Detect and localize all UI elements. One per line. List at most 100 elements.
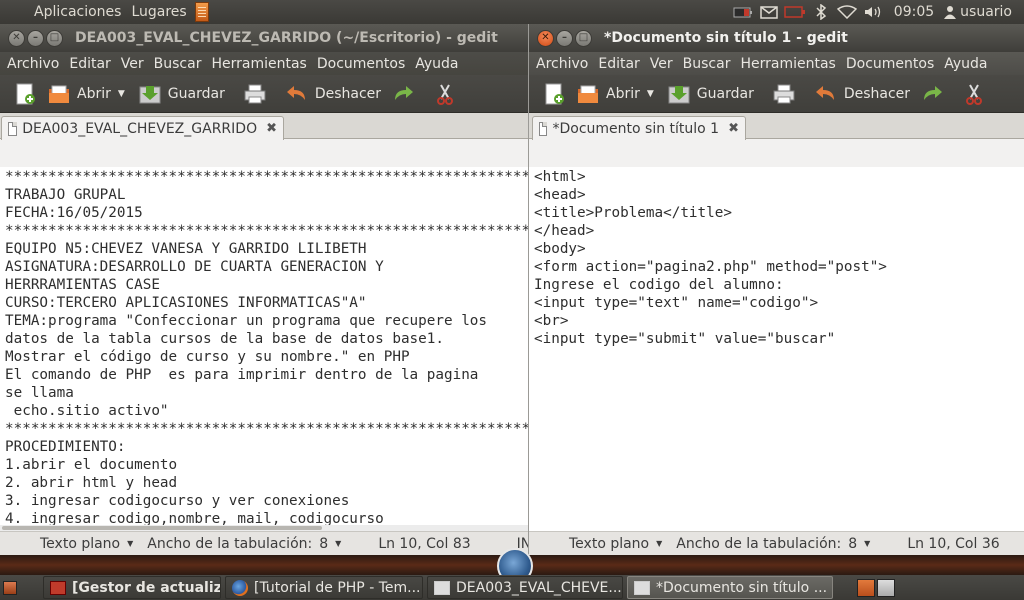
bluetooth-icon[interactable] <box>808 0 834 24</box>
task-firefox[interactable]: [Tutorial de PHP - Tem... <box>225 576 423 599</box>
open-button[interactable]: Abrir <box>42 75 116 113</box>
document-icon <box>539 121 548 136</box>
open-recent-dropdown[interactable]: ▼ <box>645 89 662 99</box>
open-recent-dropdown[interactable]: ▼ <box>116 89 133 99</box>
workspace-switcher[interactable] <box>857 578 895 597</box>
document-tabbar: *Documento sin título 1 ✖ <box>529 113 1024 140</box>
undo-label: Deshacer <box>314 85 382 102</box>
document-tab[interactable]: *Documento sin título 1 ✖ <box>532 116 746 140</box>
menu-documentos[interactable]: Documentos <box>841 56 939 72</box>
tab-width-value: 8 <box>319 535 329 552</box>
new-button[interactable] <box>8 75 42 113</box>
menu-buscar[interactable]: Buscar <box>149 56 207 72</box>
save-icon <box>138 82 162 106</box>
menubar: Archivo Editar Ver Buscar Herramientas D… <box>0 52 528 75</box>
window-titlebar[interactable]: ✕ – □ DEA003_EVAL_CHEVEZ_GARRIDO (~/Escr… <box>0 24 528 52</box>
cut-button[interactable] <box>957 75 991 113</box>
undo-button[interactable]: Deshacer <box>809 75 915 113</box>
cursor-position: Ln 10, Col 83 <box>378 535 471 552</box>
volume-icon[interactable] <box>860 0 886 24</box>
redo-icon <box>920 82 944 106</box>
redo-button[interactable] <box>386 75 420 113</box>
task-gedit-left[interactable]: DEA003_EVAL_CHEVE... <box>427 576 623 599</box>
toolbar: Abrir ▼ Guardar Deshacer <box>529 75 1024 113</box>
places-menu[interactable]: Lugares <box>126 0 191 24</box>
save-button[interactable]: Guardar <box>662 75 759 113</box>
undo-label: Deshacer <box>843 85 911 102</box>
menu-ayuda[interactable]: Ayuda <box>939 56 992 72</box>
menu-buscar[interactable]: Buscar <box>678 56 736 72</box>
workspace-1[interactable] <box>857 578 875 597</box>
user-menu[interactable]: usuario <box>944 4 1024 20</box>
window-title: DEA003_EVAL_CHEVEZ_GARRIDO (~/Escritorio… <box>75 30 498 46</box>
tab-width-label: Ancho de la tabulación: <box>676 535 842 552</box>
clock[interactable]: 09:05 <box>886 4 944 20</box>
document-tab[interactable]: DEA003_EVAL_CHEVEZ_GARRIDO ✖ <box>1 116 284 140</box>
wifi-icon[interactable] <box>834 0 860 24</box>
gedit-icon <box>634 580 650 595</box>
tab-label: DEA003_EVAL_CHEVEZ_GARRIDO <box>22 120 258 137</box>
undo-button[interactable]: Deshacer <box>280 75 386 113</box>
open-button[interactable]: Abrir <box>571 75 645 113</box>
applications-menu[interactable]: Aplicaciones <box>0 0 126 24</box>
language-label: Texto plano <box>40 535 121 552</box>
cut-button[interactable] <box>428 75 462 113</box>
language-selector[interactable]: Texto plano ▼ <box>40 536 133 552</box>
text-editor[interactable]: ****************************************… <box>0 167 528 531</box>
tab-width-selector[interactable]: Ancho de la tabulación: 8 ▼ <box>147 536 341 552</box>
minimize-button[interactable]: – <box>27 29 44 47</box>
menu-ver[interactable]: Ver <box>645 56 678 72</box>
battery-warning-icon[interactable] <box>730 0 756 24</box>
redo-button[interactable] <box>915 75 949 113</box>
close-tab-icon[interactable]: ✖ <box>724 121 739 136</box>
close-tab-icon[interactable]: ✖ <box>262 121 277 136</box>
show-desktop-button[interactable] <box>3 580 17 595</box>
new-document-icon <box>542 82 566 106</box>
document-icon <box>8 121 18 136</box>
firefox-icon <box>232 579 248 596</box>
menu-ayuda[interactable]: Ayuda <box>410 56 463 72</box>
task-label: DEA003_EVAL_CHEVE... <box>456 579 622 596</box>
mail-icon[interactable] <box>756 0 782 24</box>
launcher-icon[interactable] <box>194 2 209 22</box>
window-titlebar[interactable]: ✕ – □ *Documento sin título 1 - gedit <box>529 24 1024 52</box>
menu-archivo[interactable]: Archivo <box>2 56 64 72</box>
task-label: *Documento sin título ... <box>656 579 828 596</box>
menu-editar[interactable]: Editar <box>64 56 115 72</box>
print-button[interactable] <box>767 75 801 113</box>
menu-archivo[interactable]: Archivo <box>531 56 593 72</box>
bottom-panel: [Gestor de actualizac... [Tutorial de PH… <box>0 575 1024 600</box>
save-label: Guardar <box>696 85 754 102</box>
cursor-position: Ln 10, Col 36 <box>907 535 1000 552</box>
tab-width-label: Ancho de la tabulación: <box>147 535 313 552</box>
menu-ver[interactable]: Ver <box>116 56 149 72</box>
scrollbar-thumb[interactable] <box>2 526 322 530</box>
chevron-down-icon: ▼ <box>127 539 134 548</box>
save-label: Guardar <box>167 85 225 102</box>
task-update-manager[interactable]: [Gestor de actualizac... <box>43 576 221 599</box>
gedit-window-right: ✕ – □ *Documento sin título 1 - gedit Ar… <box>529 24 1024 555</box>
text-editor[interactable]: <html> <head> <title>Problema</title> </… <box>529 167 1024 531</box>
language-selector[interactable]: Texto plano ▼ <box>569 536 662 552</box>
tab-width-selector[interactable]: Ancho de la tabulación: 8 ▼ <box>676 536 870 552</box>
undo-icon <box>814 82 838 106</box>
menu-editar[interactable]: Editar <box>593 56 644 72</box>
maximize-button[interactable]: □ <box>575 29 592 47</box>
printer-icon <box>772 82 796 106</box>
workspace-2[interactable] <box>877 578 895 597</box>
new-button[interactable] <box>537 75 571 113</box>
menu-herramientas[interactable]: Herramientas <box>735 56 840 72</box>
open-label: Abrir <box>77 85 111 102</box>
save-icon <box>667 82 691 106</box>
menu-documentos[interactable]: Documentos <box>312 56 410 72</box>
close-button[interactable]: ✕ <box>537 29 554 47</box>
open-folder-icon <box>47 82 71 106</box>
task-gedit-right[interactable]: *Documento sin título ... <box>627 576 833 599</box>
menu-herramientas[interactable]: Herramientas <box>206 56 311 72</box>
close-button[interactable]: ✕ <box>8 29 25 47</box>
print-button[interactable] <box>238 75 272 113</box>
save-button[interactable]: Guardar <box>133 75 230 113</box>
maximize-button[interactable]: □ <box>46 29 63 47</box>
battery-icon[interactable] <box>782 0 808 24</box>
minimize-button[interactable]: – <box>556 29 573 47</box>
